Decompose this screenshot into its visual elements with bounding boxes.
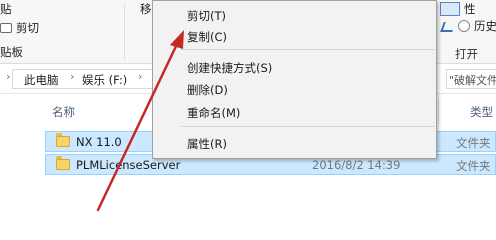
scissors-icon — [0, 23, 12, 33]
move-to-button[interactable]: 移 — [140, 1, 152, 17]
cut-ribbon-button[interactable]: 剪切 — [0, 20, 39, 36]
file-name: NX 11.0 — [76, 135, 122, 149]
file-type: 文件夹 — [456, 159, 491, 173]
chevron-right-icon: › — [138, 70, 143, 83]
menu-separator — [181, 126, 435, 127]
open-group-label: 打开 — [455, 47, 478, 61]
properties-ribbon-label: 性 — [464, 2, 476, 16]
properties-ribbon-button[interactable]: 性 — [464, 1, 476, 17]
clipboard-label: 贴板 — [0, 45, 23, 59]
column-divider[interactable] — [438, 98, 439, 124]
file-name: PLMLicenseServer — [76, 158, 181, 172]
clipboard-group-label: 贴板 — [0, 44, 23, 60]
properties-icon[interactable] — [440, 2, 460, 16]
menu-item-cut[interactable]: 剪切(T) — [187, 8, 226, 24]
folder-icon — [56, 133, 70, 147]
paste-label: 贴 — [0, 2, 12, 16]
column-type[interactable]: 类型 — [470, 104, 493, 120]
history-label: 历史记 — [474, 19, 496, 33]
file-type: 文件夹 — [456, 136, 491, 150]
column-name[interactable]: 名称 — [52, 104, 75, 120]
menu-item-properties[interactable]: 属性(R) — [187, 136, 227, 152]
breadcrumb-this-pc[interactable]: 此电脑 — [24, 72, 59, 88]
history-button[interactable]: 历史记 — [458, 18, 496, 34]
history-icon — [458, 20, 470, 32]
ribbon-divider — [124, 4, 125, 60]
search-input[interactable]: "破解文件 — [446, 69, 496, 89]
paste-button[interactable]: 贴 — [0, 1, 12, 17]
chevron-right-icon: › — [70, 70, 75, 83]
menu-item-delete[interactable]: 删除(D) — [187, 82, 228, 98]
menu-item-create-shortcut[interactable]: 创建快捷方式(S) — [187, 60, 272, 76]
menu-separator — [181, 49, 435, 50]
chevron-right-icon: › — [6, 70, 11, 83]
context-menu: 剪切(T) 复制(C) 创建快捷方式(S) 删除(D) 重命名(M) 属性(R) — [152, 0, 437, 159]
move-to-label: 移 — [140, 2, 152, 16]
edit-button[interactable] — [440, 22, 458, 32]
cut-ribbon-label: 剪切 — [16, 21, 39, 35]
edit-icon — [440, 22, 456, 32]
folder-icon — [56, 156, 70, 170]
menu-item-copy[interactable]: 复制(C) — [187, 29, 227, 45]
menu-item-rename[interactable]: 重命名(M) — [187, 105, 240, 121]
file-date: 2016/8/2 14:39 — [312, 158, 401, 172]
breadcrumb-drive[interactable]: 娱乐 (F:) — [82, 72, 127, 88]
